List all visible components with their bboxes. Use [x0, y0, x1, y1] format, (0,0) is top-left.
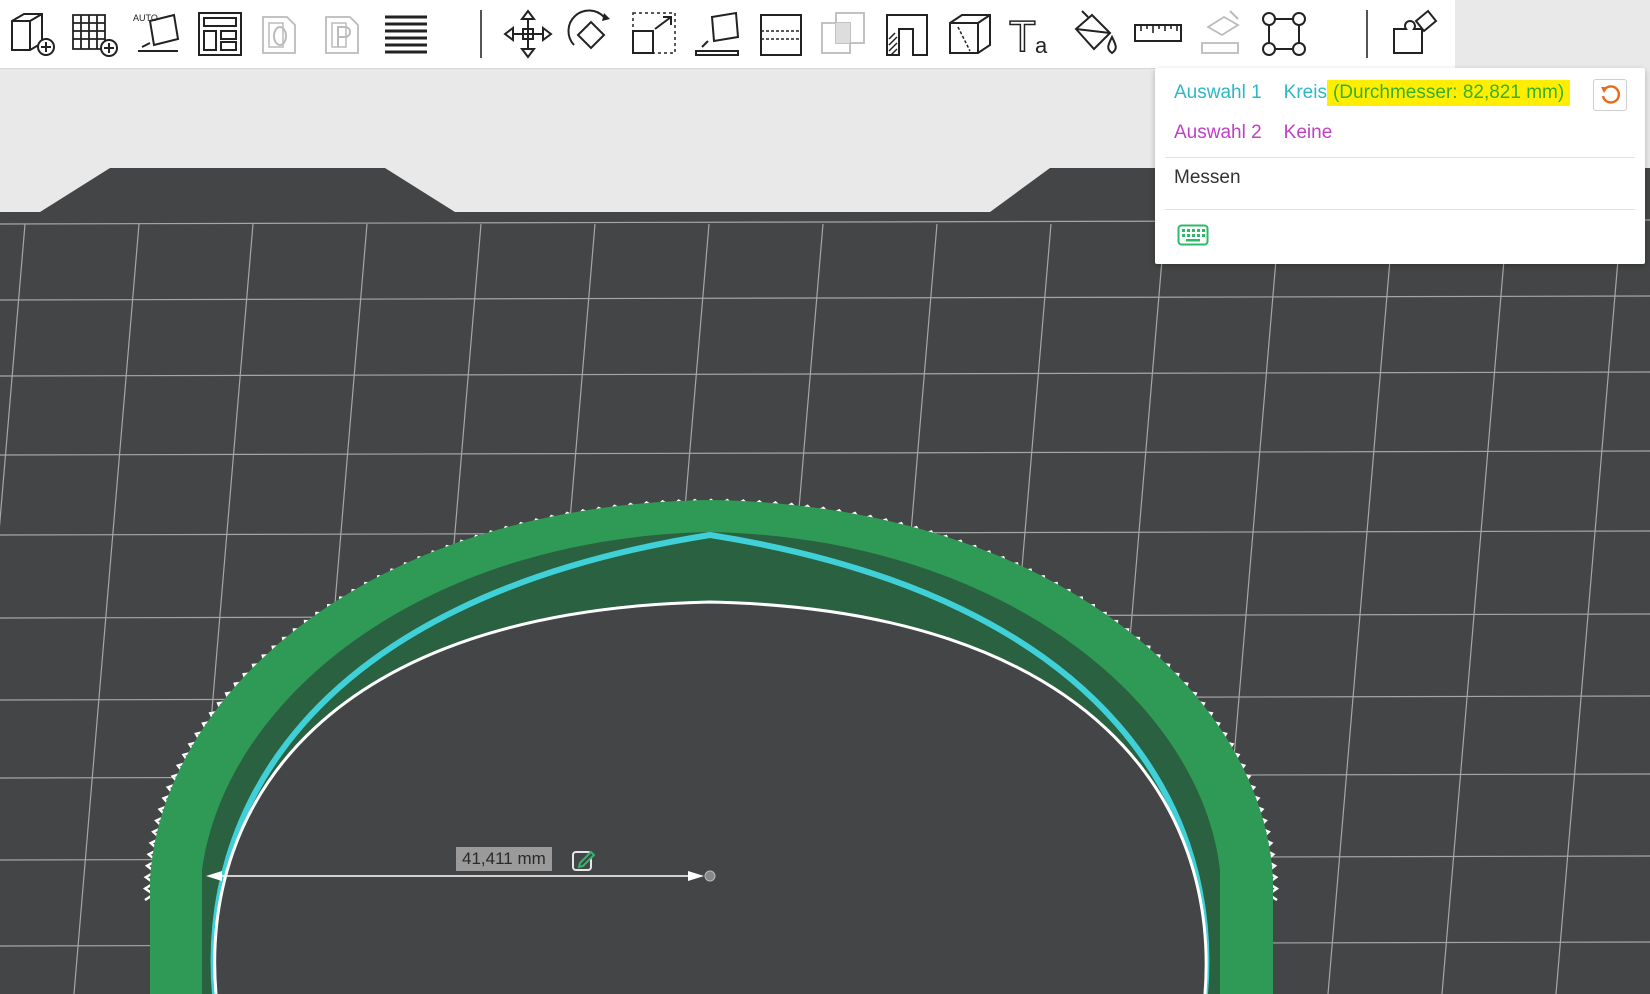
assembly-view-button[interactable] — [1388, 6, 1442, 62]
reset-button[interactable] — [1593, 79, 1627, 111]
selection-1-label: Auswahl 1 — [1174, 82, 1262, 103]
auto-orient-button[interactable]: AUTO — [130, 6, 184, 62]
measure-title: Messen — [1174, 167, 1241, 188]
add-object-button[interactable] — [4, 6, 58, 62]
ruler-icon — [1134, 24, 1182, 42]
measure-button[interactable] — [1131, 6, 1185, 62]
assembly-button[interactable] — [1194, 6, 1248, 62]
text-button[interactable]: Ta — [1005, 6, 1059, 62]
toolbar-separator — [480, 10, 482, 58]
selection-2-label: Auswahl 2 — [1174, 122, 1262, 143]
lay-on-face-button[interactable] — [690, 6, 744, 62]
selection-2-row: Auswahl 2 Keine — [1174, 119, 1332, 147]
dimension-label: 41,411 mm — [456, 847, 552, 871]
move-icon — [503, 9, 553, 59]
assembly-icon — [1201, 10, 1240, 54]
brim-ears-button[interactable] — [1257, 6, 1311, 62]
ring-model[interactable] — [142, 498, 1280, 994]
text-icon: Ta — [1008, 11, 1048, 62]
svg-text:T: T — [1009, 12, 1036, 61]
reset-icon — [1601, 85, 1620, 104]
cut-icon — [760, 14, 802, 56]
split-objects-icon — [262, 16, 296, 54]
move-button[interactable] — [501, 6, 555, 62]
variable-layer-button[interactable] — [379, 6, 433, 62]
auto-orient-icon: AUTO — [133, 13, 180, 52]
support-paint-icon — [886, 14, 928, 56]
main-toolbar: AUTO Ta — [0, 0, 1455, 69]
panel-divider — [1165, 209, 1635, 210]
seam-paint-icon — [949, 14, 991, 54]
puzzle-icon — [1393, 9, 1438, 54]
support-paint-button[interactable] — [879, 6, 933, 62]
brim-ears-icon — [1262, 12, 1306, 56]
paint-bucket-icon — [1074, 10, 1117, 55]
boolean-button[interactable] — [816, 6, 870, 62]
layers-icon — [385, 15, 427, 54]
rotate-icon — [567, 9, 610, 50]
panel-divider — [1165, 157, 1635, 158]
split-parts-button[interactable] — [316, 6, 370, 62]
rotate-button[interactable] — [564, 6, 618, 62]
grid-add-icon — [72, 14, 118, 57]
selection-1-value: Kreis — [1283, 82, 1327, 103]
selection-2-value: Keine — [1283, 122, 1333, 143]
arrange-icon — [198, 12, 242, 56]
edit-icon[interactable] — [571, 848, 595, 872]
keyboard-icon[interactable] — [1177, 224, 1209, 246]
diameter-value: (Durchmesser: 82,821 mm) — [1326, 80, 1571, 106]
boolean-icon — [821, 12, 865, 54]
seam-paint-button[interactable] — [942, 6, 996, 62]
add-plate-button[interactable] — [67, 6, 121, 62]
color-paint-button[interactable] — [1068, 6, 1122, 62]
svg-text:AUTO: AUTO — [133, 13, 158, 23]
cut-button[interactable] — [753, 6, 807, 62]
split-parts-icon — [325, 16, 359, 54]
lay-on-face-icon — [695, 11, 740, 56]
scale-button[interactable] — [627, 6, 681, 62]
split-objects-button[interactable] — [253, 6, 307, 62]
svg-text:a: a — [1035, 33, 1048, 58]
measure-panel: Auswahl 1 Kreis (Durchmesser: 82,821 mm) A… — [1155, 68, 1645, 264]
arrange-button[interactable] — [193, 6, 247, 62]
selection-1-row: Auswahl 1 Kreis (Durchmesser: 82,821 mm) — [1174, 79, 1571, 107]
scale-icon — [632, 12, 676, 54]
cube-add-icon — [11, 13, 55, 56]
toolbar-separator — [1366, 10, 1368, 58]
